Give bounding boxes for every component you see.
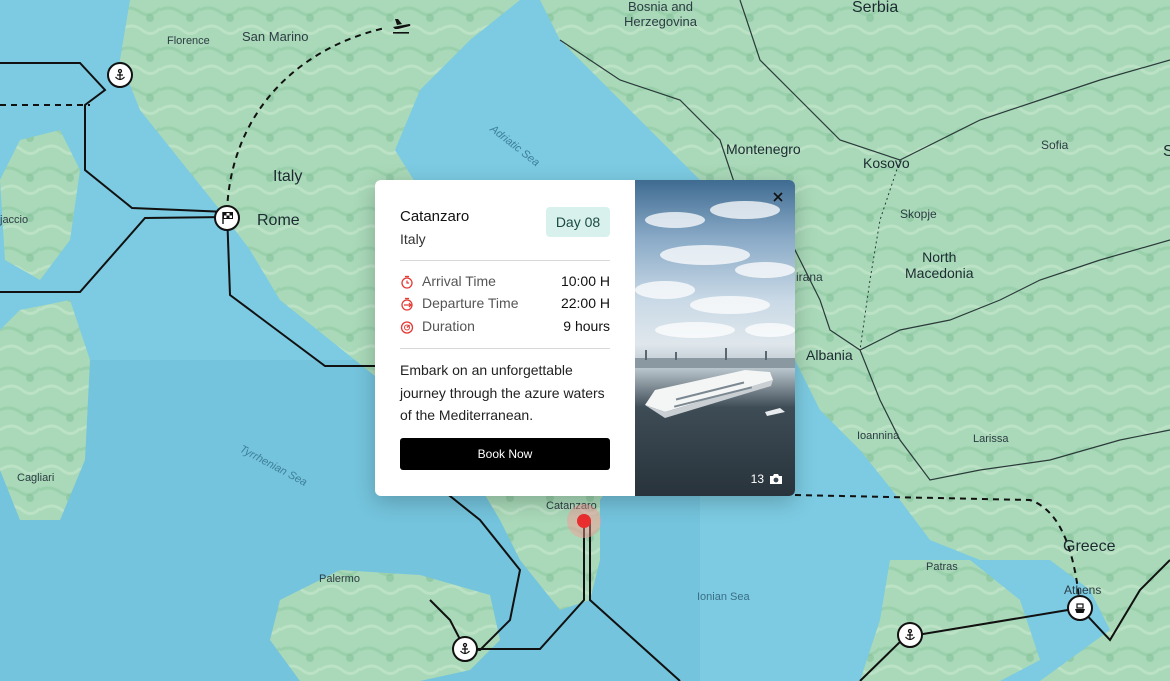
port-marker-anchor-icon[interactable] (107, 62, 133, 88)
popup-details: Catanzaro Italy Day 08 Arrival Time 10:0… (375, 180, 635, 496)
port-photo[interactable]: 13 (635, 180, 795, 496)
ship-icon (1075, 603, 1085, 613)
map-label-bosnia: Bosnia and Herzegovina (624, 0, 697, 29)
map-label-greece: Greece (1063, 538, 1116, 555)
map-label-north-macedonia: North Macedonia (905, 249, 974, 281)
map-label-skopje: Skopje (900, 207, 937, 221)
departure-time-label: Departure Time (422, 295, 519, 311)
map-label-montenegro: Montenegro (726, 141, 801, 157)
map-label-larissa: Larissa (973, 433, 1009, 445)
checkered-flag-icon (222, 212, 233, 224)
current-port-dot (577, 514, 591, 528)
duration-value: 9 hours (563, 318, 610, 334)
map-label-cagliari: Cagliari (17, 472, 55, 484)
camera-icon (770, 474, 782, 484)
map-label-palermo: Palermo (319, 573, 360, 585)
clock-arrival-icon (401, 275, 413, 289)
port-popup-card: Catanzaro Italy Day 08 Arrival Time 10:0… (375, 180, 795, 496)
map-label-patras: Patras (926, 561, 958, 573)
close-icon[interactable] (769, 188, 787, 206)
map-label-florence: Florence (167, 35, 210, 47)
arrival-time-row: Arrival Time 10:00 H (400, 273, 610, 291)
port-country: Italy (400, 231, 426, 247)
map-label-italy: Italy (273, 168, 303, 185)
map-label-rome: Rome (257, 212, 300, 229)
photo-count-number: 13 (750, 472, 764, 486)
port-marker-anchor-icon[interactable] (452, 636, 478, 662)
current-port-pin[interactable] (567, 504, 601, 538)
map-label-edge: S (1163, 143, 1170, 160)
arrival-time-value: 10:00 H (560, 273, 610, 289)
map-label-ajaccio: jaccio (0, 214, 29, 226)
port-marker-anchor-icon[interactable] (897, 622, 923, 648)
map-label-sofia: Sofia (1041, 138, 1069, 152)
divider (400, 260, 610, 261)
map-label-san-marino: San Marino (242, 29, 309, 44)
book-now-button[interactable]: Book Now (400, 438, 610, 470)
duration-label: Duration (422, 318, 475, 334)
anchor-icon (905, 628, 915, 641)
map-label-ioannina: Ioannina (857, 430, 900, 442)
map-label-albania: Albania (806, 347, 853, 363)
clock-departure-icon (401, 297, 413, 311)
port-marker-ship-icon[interactable] (1067, 595, 1093, 621)
anchor-icon (115, 68, 125, 81)
day-badge: Day 08 (546, 207, 610, 237)
duration-icon (400, 321, 414, 334)
map-label-tirana: irana (796, 270, 823, 284)
departure-time-value: 22:00 H (560, 295, 610, 311)
arrival-time-label: Arrival Time (422, 273, 496, 289)
map-label-kosovo: Kosovo (863, 155, 910, 171)
duration-row: Duration 9 hours (400, 318, 610, 336)
cruise-ship-photo (635, 201, 795, 418)
divider (400, 348, 610, 349)
anchor-icon (460, 642, 470, 655)
port-description: Embark on an unforgettable journey throu… (400, 362, 605, 423)
map-label-serbia: Serbia (852, 0, 899, 16)
flight-plane-icon (390, 16, 412, 36)
port-marker-start-flag-icon[interactable] (214, 205, 240, 231)
departure-time-row: Departure Time 22:00 H (400, 295, 610, 313)
photo-count[interactable]: 13 (751, 472, 783, 486)
map-label-ionian-sea: Ionian Sea (697, 591, 750, 603)
port-name: Catanzaro (400, 208, 470, 225)
